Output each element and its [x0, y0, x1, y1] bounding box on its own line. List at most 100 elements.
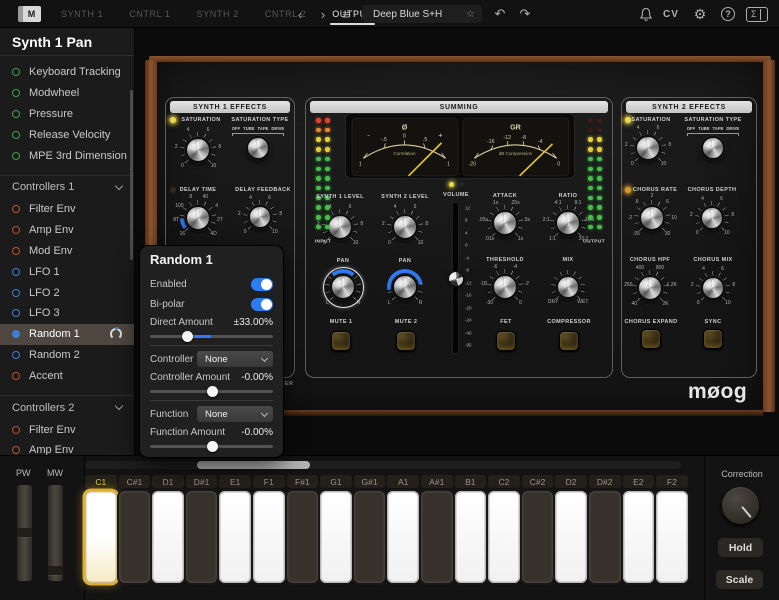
piano-key-g1[interactable] [320, 491, 352, 583]
chorus-hpf-knob[interactable]: 402504008001.2K2K [620, 258, 680, 318]
sidebar-item-lfo-3[interactable]: LFO 3 [0, 303, 134, 324]
chorus-depth-knob[interactable]: 0246810 [682, 188, 742, 248]
knob-cap[interactable] [185, 205, 211, 231]
bipolar-toggle[interactable] [251, 298, 273, 311]
synth2-saturation-knob[interactable]: 0246810 [618, 118, 678, 178]
knob-cap[interactable] [330, 274, 356, 300]
knob-cap[interactable] [701, 136, 725, 160]
mix-knob[interactable]: DRYWET [538, 257, 598, 317]
chorus-expand-button[interactable] [641, 329, 661, 349]
sidebar-item-lfo-2[interactable]: LFO 2 [0, 282, 134, 303]
favorite-star-icon[interactable]: ☆ [466, 9, 475, 20]
notifications-bell-icon[interactable] [637, 0, 655, 28]
piano-key-d2[interactable] [555, 491, 587, 583]
piano-key-c-2[interactable] [522, 491, 554, 583]
function-amount-slider[interactable] [150, 441, 273, 451]
synth-2-pan-knob[interactable]: LR [375, 257, 435, 317]
synth-2-level-knob[interactable]: 0246810 [375, 197, 435, 257]
knob-cap[interactable] [700, 206, 724, 230]
sidebar-item-filter-env[interactable]: Filter Env [0, 419, 134, 440]
sidebar-item-lfo-1[interactable]: LFO 1 [0, 261, 134, 282]
sidebar-item-pressure[interactable]: Pressure [0, 104, 134, 125]
delay-time-knob[interactable]: 168T10084042T4D [168, 188, 228, 248]
controller-select[interactable]: None [197, 351, 273, 367]
mute-2-button[interactable] [396, 331, 416, 351]
threshold-knob[interactable]: -30-18-6-4-20 [475, 257, 535, 317]
keyboard-scroll-track[interactable] [85, 461, 681, 469]
gear-icon[interactable]: ⚙ [690, 0, 710, 28]
direct-amount-slider[interactable] [150, 331, 273, 341]
sidebar-item-keyboard-tracking[interactable]: Keyboard Tracking [0, 62, 134, 83]
piano-key-d-1[interactable] [186, 491, 218, 583]
attack-knob[interactable]: .01s.05s.1s.25s.5s1s [475, 193, 535, 253]
saturation-knob[interactable]: 0246810 [168, 120, 228, 180]
chorus-mix-knob[interactable]: 0246810 [683, 258, 743, 318]
sidebar-item-amp-env[interactable]: Amp Env [0, 220, 134, 241]
knob-cap[interactable] [246, 136, 270, 160]
knob-cap[interactable] [185, 137, 211, 163]
piano-key-f-1[interactable] [287, 491, 319, 583]
knob-cap[interactable] [637, 275, 663, 301]
pitch-wheel[interactable] [17, 485, 32, 581]
knob-cap[interactable] [492, 274, 518, 300]
preset-selector[interactable]: Deep Blue S+H ☆ [362, 5, 482, 23]
knob-cap[interactable] [639, 205, 665, 231]
knob-cap[interactable] [556, 275, 580, 299]
knob-cap[interactable] [392, 214, 418, 240]
slider-handle[interactable] [182, 331, 193, 342]
scale-button[interactable]: Scale [716, 570, 763, 589]
sidebar-item-modwheel[interactable]: Modwheel [0, 83, 134, 104]
mod-wheel[interactable] [48, 485, 63, 581]
controller-amount-slider[interactable] [150, 386, 273, 396]
slider-handle[interactable] [207, 441, 218, 452]
preset-menu-icon[interactable]: ≡ [337, 0, 355, 28]
piano-key-c2[interactable] [488, 491, 520, 583]
tab-synth-1[interactable]: SYNTH 1 [48, 0, 116, 28]
undo-icon[interactable]: ↶ [490, 0, 510, 28]
piano-key-a1[interactable] [387, 491, 419, 583]
knob-cap[interactable] [635, 135, 661, 161]
tab-cntrl-2[interactable]: CNTRL 2 [252, 0, 319, 28]
compressor-button[interactable] [559, 331, 579, 351]
sidebar-item-accent[interactable]: Accent [0, 365, 134, 386]
piano-key-d-2[interactable] [589, 491, 621, 583]
sidebar-scrollbar[interactable] [130, 90, 133, 260]
knob-cap[interactable] [492, 210, 518, 236]
sidebar-group-controllers-2[interactable]: Controllers 2 [0, 395, 134, 419]
piano-key-a-1[interactable] [421, 491, 453, 583]
knob-cap[interactable] [555, 210, 581, 236]
sidebar-group-controllers-1[interactable]: Controllers 1 [0, 175, 134, 199]
piano-key-e1[interactable] [219, 491, 251, 583]
sidebar-item-release-velocity[interactable]: Release Velocity [0, 124, 134, 145]
function-select[interactable]: None [197, 406, 273, 422]
tab-cntrl-1[interactable]: CNTRL 1 [116, 0, 183, 28]
preset-prev-button[interactable]: ‹ [291, 0, 309, 28]
piano-key-c1[interactable] [85, 491, 117, 583]
help-icon[interactable]: ? [718, 0, 738, 28]
hold-button[interactable]: Hold [718, 538, 763, 557]
enabled-toggle[interactable] [251, 278, 273, 291]
saturation-type-knob[interactable]: OFFTUBETAPEDRIVE [228, 118, 288, 178]
knob-cap[interactable] [392, 274, 418, 300]
correction-knob[interactable] [722, 487, 759, 524]
knob-cap[interactable] [248, 205, 272, 229]
sidebar-item-filter-env[interactable]: Filter Env [0, 199, 134, 220]
sidebar-item-amp-env[interactable]: Amp Env [0, 440, 134, 455]
piano-key-g-1[interactable] [354, 491, 386, 583]
chorus-rate-knob[interactable]: .05.2.6261030 [622, 188, 682, 248]
knob-cap[interactable] [701, 276, 725, 300]
delay-feedback-knob[interactable]: 0246810 [230, 187, 290, 247]
keyboard-scroll-thumb[interactable] [197, 461, 310, 469]
synth2-saturation-type-knob[interactable]: OFFTUBETAPEDRIVE [683, 118, 743, 178]
sidebar-item-mpe-3rd-dimension[interactable]: MPE 3rd Dimension [0, 145, 134, 166]
piano-key-f1[interactable] [253, 491, 285, 583]
knob-cap[interactable] [327, 214, 353, 240]
output-panel-icon[interactable]: Σ [744, 0, 770, 28]
preset-next-button[interactable]: › [314, 0, 332, 28]
tab-synth-2[interactable]: SYNTH 2 [184, 0, 252, 28]
sidebar-item-mod-env[interactable]: Mod Env [0, 241, 134, 262]
piano-key-c-1[interactable] [119, 491, 151, 583]
volume-slider-handle[interactable] [449, 272, 463, 286]
slider-handle[interactable] [207, 386, 218, 397]
sync-button[interactable] [703, 329, 723, 349]
